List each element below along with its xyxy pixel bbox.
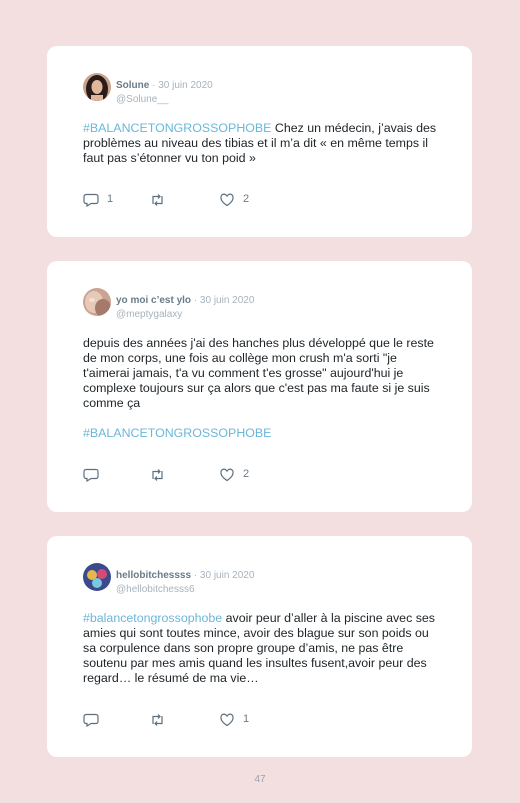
tweet-body: depuis des années j'ai des hanches plus … bbox=[83, 336, 434, 410]
page-number: 47 bbox=[254, 774, 266, 785]
hashtag-link[interactable]: #balancetongrossophobe bbox=[83, 611, 222, 625]
avatar[interactable] bbox=[83, 288, 111, 316]
tweet-actions: 1 2 bbox=[83, 192, 283, 208]
hashtag-link[interactable]: #BALANCETONGROSSOPHOBE bbox=[83, 121, 271, 135]
heart-icon bbox=[220, 468, 234, 482]
author-handle[interactable]: @meptygalaxy bbox=[116, 309, 254, 320]
separator-dot: · bbox=[149, 80, 159, 91]
retweet-icon bbox=[152, 469, 163, 481]
separator-dot: · bbox=[191, 570, 200, 581]
author-name[interactable]: Solune bbox=[116, 80, 149, 91]
tweet-date[interactable]: 30 juin 2020 bbox=[200, 295, 255, 306]
author-name[interactable]: hellobitchessss bbox=[116, 570, 191, 581]
reply-icon bbox=[83, 193, 99, 207]
tweet-card[interactable]: hellobitchessss · 30 juin 2020 @hellobit… bbox=[47, 536, 472, 757]
reply-count: 1 bbox=[107, 193, 114, 205]
tweet-text: #balancetongrossophobe avoir peur d’alle… bbox=[83, 611, 443, 686]
author-name[interactable]: yo moi c’est ylo bbox=[116, 295, 191, 306]
reply-icon bbox=[83, 713, 99, 727]
tweet-actions: 2 bbox=[83, 467, 283, 483]
like-count: 2 bbox=[243, 193, 250, 205]
reply-icon bbox=[83, 468, 99, 482]
tweet-hashtag-line: #BALANCETONGROSSOPHOBE bbox=[83, 426, 443, 441]
tweet-actions: 1 bbox=[83, 712, 283, 728]
avatar[interactable] bbox=[83, 73, 111, 101]
retweet-icon bbox=[152, 714, 163, 726]
tweet-text: #BALANCETONGROSSOPHOBE Chez un médecin, … bbox=[83, 121, 443, 166]
avatar[interactable] bbox=[83, 563, 111, 591]
author-handle[interactable]: @Solune__ bbox=[116, 94, 213, 105]
retweet-icon bbox=[152, 194, 163, 206]
tweet-date[interactable]: 30 juin 2020 bbox=[158, 80, 213, 91]
like-count: 2 bbox=[243, 468, 250, 480]
separator-dot: · bbox=[191, 295, 200, 306]
tweet-card[interactable]: Solune · 30 juin 2020 @Solune__ #BALANCE… bbox=[47, 46, 472, 237]
like-count: 1 bbox=[243, 713, 250, 725]
author-handle[interactable]: @hellobitchesss6 bbox=[116, 584, 254, 595]
heart-icon bbox=[220, 193, 234, 207]
heart-icon bbox=[220, 713, 234, 727]
tweet-date[interactable]: 30 juin 2020 bbox=[200, 570, 255, 581]
tweet-card[interactable]: yo moi c’est ylo · 30 juin 2020 @meptyga… bbox=[47, 261, 472, 512]
hashtag-link[interactable]: #BALANCETONGROSSOPHOBE bbox=[83, 426, 271, 440]
